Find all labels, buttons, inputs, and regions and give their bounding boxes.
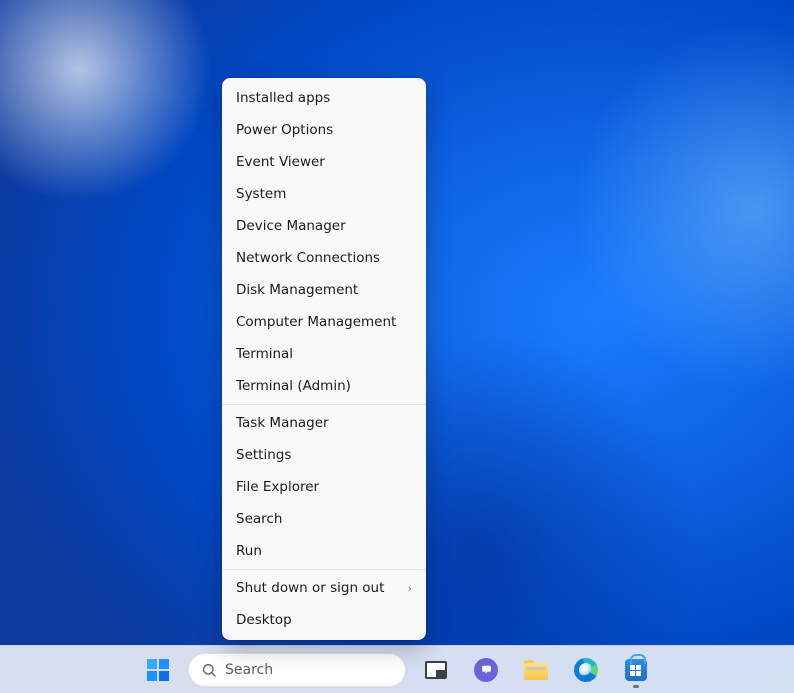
menu-item-label: Terminal (Admin) [236, 378, 351, 394]
desktop-wallpaper: Installed apps Power Options Event Viewer S… [0, 0, 794, 693]
menu-item-label: Settings [236, 447, 291, 463]
menu-separator [222, 569, 426, 570]
menu-item-label: Desktop [236, 612, 292, 628]
winx-context-menu: Installed apps Power Options Event Viewer S… [222, 78, 426, 640]
menu-separator [222, 404, 426, 405]
menu-item-computer-management[interactable]: Computer Management [222, 306, 426, 338]
menu-item-label: Power Options [236, 122, 333, 138]
menu-item-settings[interactable]: Settings [222, 439, 426, 471]
menu-item-label: Run [236, 543, 262, 559]
menu-item-label: Task Manager [236, 415, 329, 431]
menu-item-label: System [236, 186, 286, 202]
menu-item-device-manager[interactable]: Device Manager [222, 210, 426, 242]
menu-item-label: Network Connections [236, 250, 380, 266]
menu-item-shutdown-signout[interactable]: Shut down or sign out › [222, 572, 426, 604]
file-explorer-button[interactable] [516, 650, 556, 690]
menu-item-label: File Explorer [236, 479, 319, 495]
edge-button[interactable] [566, 650, 606, 690]
menu-item-label: Installed apps [236, 90, 330, 106]
chat-icon [474, 658, 498, 682]
menu-item-label: Shut down or sign out [236, 580, 384, 596]
menu-item-power-options[interactable]: Power Options [222, 114, 426, 146]
menu-item-system[interactable]: System [222, 178, 426, 210]
menu-item-desktop[interactable]: Desktop [222, 604, 426, 636]
menu-item-label: Device Manager [236, 218, 346, 234]
search-icon [201, 662, 217, 678]
menu-item-event-viewer[interactable]: Event Viewer [222, 146, 426, 178]
running-indicator [633, 685, 639, 688]
menu-item-label: Disk Management [236, 282, 358, 298]
menu-item-label: Search [236, 511, 282, 527]
edge-icon [574, 658, 598, 682]
menu-item-terminal-admin[interactable]: Terminal (Admin) [222, 370, 426, 402]
chevron-right-icon: › [408, 582, 412, 595]
windows-logo-icon [147, 659, 169, 681]
start-button[interactable] [138, 650, 178, 690]
chat-button[interactable] [466, 650, 506, 690]
folder-icon [524, 660, 548, 680]
task-view-button[interactable] [416, 650, 456, 690]
menu-item-file-explorer[interactable]: File Explorer [222, 471, 426, 503]
taskbar: Search [0, 645, 794, 693]
microsoft-store-button[interactable] [616, 650, 656, 690]
menu-item-search[interactable]: Search [222, 503, 426, 535]
menu-item-run[interactable]: Run [222, 535, 426, 567]
search-placeholder: Search [225, 662, 273, 678]
menu-item-disk-management[interactable]: Disk Management [222, 274, 426, 306]
menu-item-task-manager[interactable]: Task Manager [222, 407, 426, 439]
menu-item-label: Computer Management [236, 314, 396, 330]
task-view-icon [425, 661, 447, 679]
taskbar-search-box[interactable]: Search [188, 653, 406, 687]
menu-item-installed-apps[interactable]: Installed apps [222, 82, 426, 114]
menu-item-label: Event Viewer [236, 154, 325, 170]
menu-item-terminal[interactable]: Terminal [222, 338, 426, 370]
menu-item-network-connections[interactable]: Network Connections [222, 242, 426, 274]
store-icon [625, 659, 647, 681]
menu-item-label: Terminal [236, 346, 293, 362]
